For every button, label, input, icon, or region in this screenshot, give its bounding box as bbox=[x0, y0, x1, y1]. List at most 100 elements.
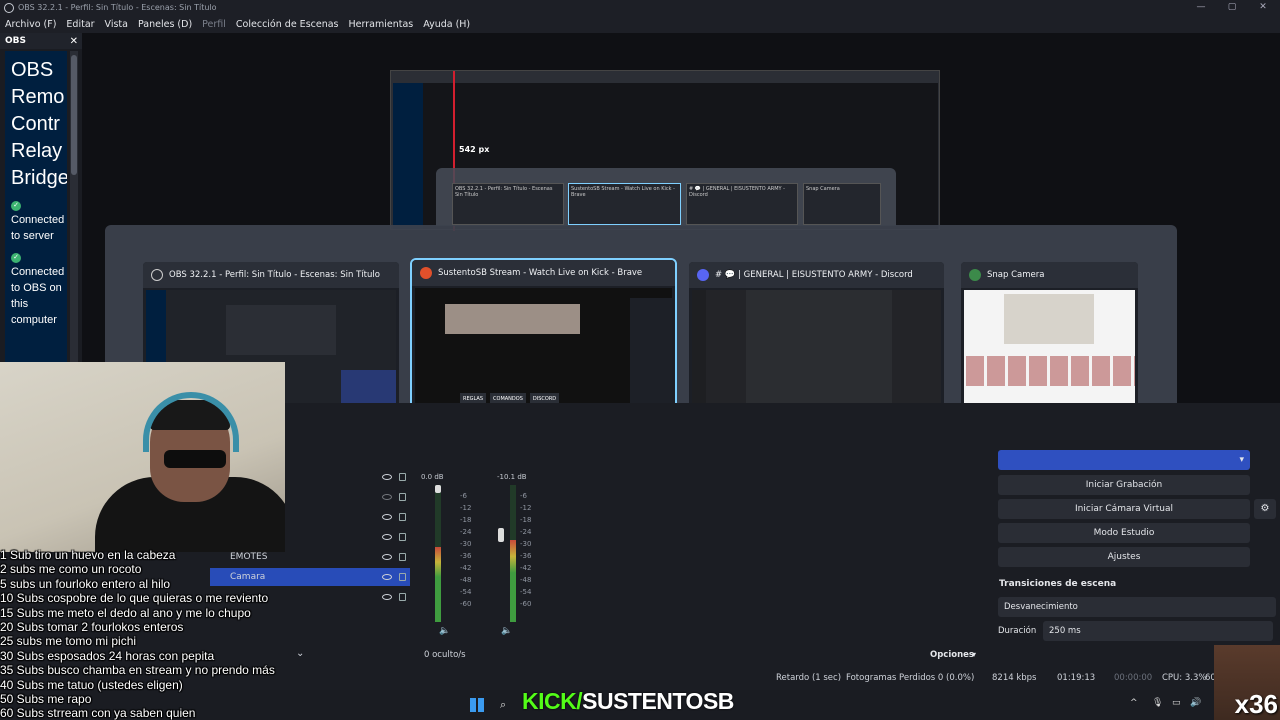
channel-2-fader[interactable] bbox=[498, 528, 504, 542]
menu-coleccion-escenas[interactable]: Colección de Escenas bbox=[231, 19, 344, 30]
eye-icon[interactable] bbox=[382, 594, 392, 600]
transition-type-row[interactable]: Desvanecimiento bbox=[998, 597, 1276, 617]
sub-goal-line: 60 Subs strream con ya saben quien bbox=[0, 706, 196, 720]
start-recording-button[interactable]: Iniciar Grabación bbox=[998, 475, 1250, 495]
close-button[interactable]: ✕ bbox=[1248, 0, 1278, 15]
lock-icon[interactable] bbox=[399, 533, 406, 541]
db-tick-label: -6 bbox=[460, 492, 467, 500]
obs-remote-dock: OBS ✕ OBS Remo Contr Relay Bridge ✓ Conn… bbox=[0, 33, 82, 363]
channel-1-fader[interactable] bbox=[435, 485, 441, 493]
settings-button[interactable]: Ajustes bbox=[998, 547, 1250, 567]
eye-icon[interactable] bbox=[382, 574, 392, 580]
mini-window-discord[interactable]: # 💬 | GENERAL | EISUSTENTO ARMY - Discor… bbox=[686, 183, 798, 225]
card-title: # 💬 | GENERAL | EISUSTENTO ARMY - Discor… bbox=[715, 270, 913, 280]
brave-icon bbox=[420, 267, 432, 279]
plugin-title-line: Relay bbox=[11, 140, 63, 162]
volume-icon[interactable]: 🔈 bbox=[501, 626, 512, 636]
menu-ayuda[interactable]: Ayuda (H) bbox=[418, 19, 475, 30]
transition-type-value: Desvanecimiento bbox=[1004, 602, 1078, 612]
menu-perfil[interactable]: Perfil bbox=[197, 19, 231, 30]
menu-paneles[interactable]: Paneles (D) bbox=[133, 19, 197, 30]
eye-icon[interactable] bbox=[382, 474, 392, 480]
tray-chevron-icon[interactable]: ^ bbox=[1130, 698, 1138, 708]
plugin-title-line: OBS bbox=[11, 59, 54, 81]
sub-goal-line: 25 subs me tomo mi pichi bbox=[0, 634, 137, 649]
sub-goal-line: 30 Subs esposados 24 horas con pepita bbox=[0, 648, 215, 663]
start-virtual-cam-button[interactable]: Iniciar Cámara Virtual bbox=[998, 499, 1250, 519]
duration-spinbox[interactable]: 250 ms bbox=[1043, 621, 1273, 641]
eye-icon[interactable] bbox=[382, 534, 392, 540]
transition-type-select[interactable]: Desvanecimiento bbox=[998, 597, 1276, 617]
check-icon: ✓ bbox=[11, 201, 21, 211]
mini-title: # 💬 | GENERAL | EISUSTENTO ARMY - Discor… bbox=[689, 186, 785, 198]
dock-close-icon[interactable]: ✕ bbox=[70, 36, 78, 47]
speaker-icon[interactable]: 🔊 bbox=[1190, 698, 1201, 708]
db-tick-label: -60 bbox=[520, 600, 532, 608]
lock-icon[interactable] bbox=[399, 493, 406, 501]
dock-scrollbar[interactable] bbox=[70, 51, 78, 363]
eye-hidden-icon[interactable] bbox=[382, 494, 392, 500]
mic-icon[interactable]: 🎙 bbox=[1152, 698, 1163, 708]
plugin-title-line: Remo bbox=[11, 86, 65, 108]
mini-window-obs[interactable]: OBS 32.2.1 - Perfil: Sin Título - Escena… bbox=[452, 183, 564, 225]
dock-title: OBS bbox=[5, 36, 26, 46]
webcam-feed bbox=[0, 362, 285, 552]
menu-editar[interactable]: Editar bbox=[61, 19, 99, 30]
virtual-cam-settings-gear-icon[interactable]: ⚙ bbox=[1254, 499, 1276, 519]
emote-count: x36 bbox=[1234, 689, 1278, 719]
audio-mixer: 0.0 dB -10.1 dB -6 -12 -18 -24 -30 -36 -42 -48 -… bbox=[415, 460, 535, 645]
lock-icon[interactable] bbox=[399, 473, 406, 481]
channel-2-db: -10.1 dB bbox=[497, 473, 527, 481]
sub-goal-line: 40 Subs me tatuo (ustedes eligen) bbox=[0, 677, 183, 692]
headset bbox=[143, 392, 239, 452]
windows-start-icon[interactable] bbox=[470, 698, 484, 712]
lock-icon[interactable] bbox=[399, 593, 406, 601]
delay-status: Retardo (1 sec) bbox=[776, 673, 842, 683]
check-icon: ✓ bbox=[11, 253, 21, 263]
mini-window-snap[interactable]: Snap Camera bbox=[803, 183, 881, 225]
plugin-title-line: Bridge bbox=[11, 167, 67, 189]
minimize-button[interactable]: — bbox=[1186, 0, 1216, 15]
bitrate-status: 8214 kbps bbox=[992, 673, 1037, 683]
search-icon[interactable]: ⌕ bbox=[500, 698, 506, 712]
options-button[interactable]: Opciones bbox=[930, 650, 974, 660]
studio-mode-button[interactable]: Modo Estudio bbox=[998, 523, 1250, 543]
network-icon[interactable]: ▭ bbox=[1172, 698, 1181, 708]
maximize-button[interactable]: ▢ bbox=[1217, 0, 1247, 15]
dropdown-arrow-icon: ▾ bbox=[1239, 455, 1244, 465]
menu-herramientas[interactable]: Herramientas bbox=[344, 19, 419, 30]
db-tick-label: -54 bbox=[460, 588, 472, 596]
db-tick-label: -36 bbox=[520, 552, 532, 560]
sunglasses bbox=[164, 450, 226, 468]
db-tick-label: -12 bbox=[460, 504, 472, 512]
lock-icon[interactable] bbox=[399, 513, 406, 521]
sub-goal-line: 50 Subs me rapo bbox=[0, 692, 92, 707]
mini-window-brave[interactable]: SustentoSB Stream - Watch Live on Kick -… bbox=[568, 183, 681, 225]
db-tick-label: -6 bbox=[520, 492, 527, 500]
status-text: computer bbox=[11, 314, 57, 326]
db-tick-label: -42 bbox=[460, 564, 472, 572]
sub-goal-line: 15 Subs me meto el dedo al ano y me lo c… bbox=[0, 605, 251, 620]
volume-icon[interactable]: 🔈 bbox=[439, 626, 450, 636]
emote-badge: x36 bbox=[1214, 645, 1280, 720]
mini-title: OBS 32.2.1 - Perfil: Sin Título - Escena… bbox=[455, 186, 553, 198]
lock-icon[interactable] bbox=[399, 573, 406, 581]
caret-down-icon: ▾ bbox=[972, 650, 977, 659]
eye-icon[interactable] bbox=[382, 554, 392, 560]
menu-archivo[interactable]: Archivo (F) bbox=[0, 19, 61, 30]
eye-icon[interactable] bbox=[382, 514, 392, 520]
menu-vista[interactable]: Vista bbox=[100, 19, 133, 30]
meter-fill bbox=[510, 539, 516, 622]
lock-icon[interactable] bbox=[399, 553, 406, 561]
channel-2-meter bbox=[510, 485, 516, 622]
db-tick-label: -42 bbox=[520, 564, 532, 572]
db-tick-label: -48 bbox=[460, 576, 472, 584]
measure-label: 542 px bbox=[459, 145, 490, 154]
db-tick-label: -18 bbox=[520, 516, 532, 524]
status-text: Connected bbox=[11, 214, 65, 226]
stream-dropdown[interactable]: ▾ bbox=[998, 450, 1250, 470]
channel-1-meter bbox=[435, 485, 441, 622]
hidden-sources-count: 0 oculto/s bbox=[424, 650, 466, 660]
sub-goal-line: 20 Subs tomar 2 fourlokos enteros bbox=[0, 620, 184, 635]
window-title: OBS 32.2.1 - Perfil: Sin Título - Escena… bbox=[18, 3, 217, 12]
